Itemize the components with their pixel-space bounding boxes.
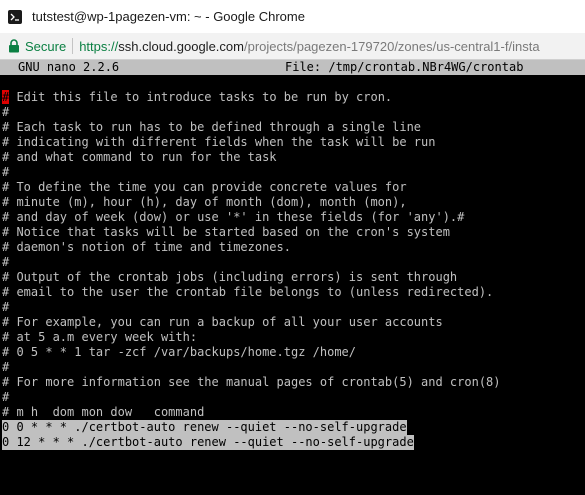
editor-line[interactable]: # — [2, 165, 585, 180]
editor-line[interactable]: # For more information see the manual pa… — [2, 375, 585, 390]
editor-line[interactable]: # at 5 a.m every week with: — [2, 330, 585, 345]
editor-line[interactable]: # email to the user the crontab file bel… — [2, 285, 585, 300]
editor-line[interactable]: # minute (m), hour (h), day of month (do… — [2, 195, 585, 210]
nano-version: GNU nano 2.2.6 — [18, 60, 120, 74]
terminal-icon — [8, 9, 22, 24]
url-path: /projects/pagezen-179720/zones/us-centra… — [243, 38, 540, 54]
url-scheme: https:// — [79, 38, 119, 54]
terminal[interactable]: GNU nano 2.2.6 File: /tmp/crontab.NBr4WG… — [0, 60, 585, 495]
address-separator — [72, 38, 74, 54]
editor-line[interactable]: # daemon's notion of time and timezones. — [2, 240, 585, 255]
editor-line[interactable]: # Each task to run has to be defined thr… — [2, 120, 585, 135]
nano-header-bar: GNU nano 2.2.6 File: /tmp/crontab.NBr4WG… — [0, 60, 585, 75]
editor-line[interactable]: # To define the time you can provide con… — [2, 180, 585, 195]
editor-line[interactable]: # and what command to run for the task — [2, 150, 585, 165]
lock-icon[interactable] — [8, 39, 20, 53]
editor-line[interactable]: # Output of the crontab jobs (including … — [2, 270, 585, 285]
editor-line[interactable]: # — [2, 300, 585, 315]
address-bar[interactable]: Secure https://ssh.cloud.google.com/proj… — [0, 33, 585, 60]
selected-cron-line[interactable]: 0 0 * * * ./certbot-auto renew --quiet -… — [2, 420, 407, 435]
editor-line[interactable]: # — [2, 360, 585, 375]
editor-line[interactable]: # Notice that tasks will be started base… — [2, 225, 585, 240]
window-title-bar: tutstest@wp-1pagezen-vm: ~ - Google Chro… — [0, 0, 585, 33]
url-text[interactable]: https://ssh.cloud.google.com/projects/pa… — [79, 39, 539, 54]
editor-line[interactable]: # For example, you can run a backup of a… — [2, 315, 585, 330]
editor-line[interactable]: # — [2, 105, 585, 120]
editor-line[interactable]: # Edit this file to introduce tasks to b… — [2, 90, 585, 105]
editor-line[interactable]: # m h dom mon dow command — [2, 405, 585, 420]
secure-label[interactable]: Secure — [25, 39, 66, 54]
editor-line[interactable]: # and day of week (dow) or use '*' in th… — [2, 210, 585, 225]
window-title: tutstest@wp-1pagezen-vm: ~ - Google Chro… — [32, 9, 305, 24]
editor-line[interactable]: # — [2, 255, 585, 270]
editor-line[interactable]: # — [2, 390, 585, 405]
editor-line[interactable]: # 0 5 * * 1 tar -zcf /var/backups/home.t… — [2, 345, 585, 360]
editor-line-text: Edit this file to introduce tasks to be … — [9, 90, 393, 104]
nano-file-label: File: /tmp/crontab.NBr4WG/crontab — [285, 60, 524, 74]
editor-area[interactable]: # Edit this file to introduce tasks to b… — [2, 90, 585, 450]
url-host: ssh.cloud.google.com — [118, 38, 244, 54]
editor-line[interactable]: # indicating with different fields when … — [2, 135, 585, 150]
selected-cron-line[interactable]: 0 12 * * * ./certbot-auto renew --quiet … — [2, 435, 414, 450]
